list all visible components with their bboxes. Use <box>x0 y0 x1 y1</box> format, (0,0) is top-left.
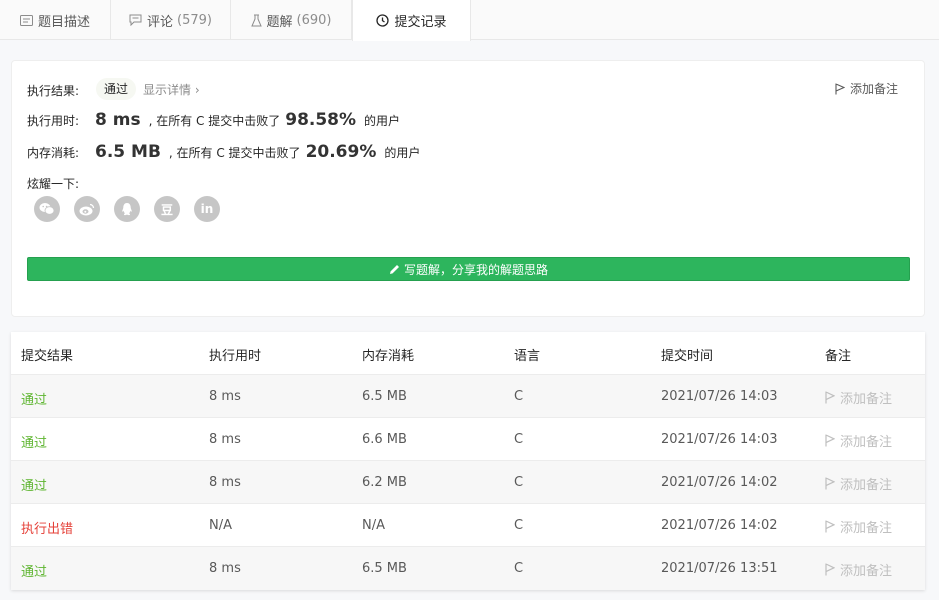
table-row: 通过 8 ms 6.2 MB C 2021/07/26 14:02 添加备注 <box>11 461 925 504</box>
row-submit-time: 2021/07/26 13:51 <box>661 561 778 576</box>
flag-icon <box>825 434 835 447</box>
tab-solutions[interactable]: 题解 (690) <box>231 0 352 40</box>
runtime-stat: 执行用时: 8 ms , 在所有 C 提交中击败了 98.58% 的用户 <box>27 110 400 130</box>
row-runtime: 8 ms <box>209 475 241 490</box>
pencil-icon <box>389 264 399 274</box>
runtime-mid-text: , 在所有 C 提交中击败了 <box>148 114 281 128</box>
row-add-note-button[interactable]: 添加备注 <box>825 560 892 579</box>
header-language: 语言 <box>514 349 541 364</box>
flask-icon <box>250 14 262 26</box>
row-submit-time: 2021/07/26 14:03 <box>661 389 778 404</box>
add-note-button[interactable]: 添加备注 <box>835 80 898 97</box>
row-submit-time: 2021/07/26 14:02 <box>661 475 778 490</box>
flag-icon <box>825 563 835 576</box>
tab-comments-label: 评论 <box>147 14 174 30</box>
row-add-note-label: 添加备注 <box>840 521 893 536</box>
row-runtime: 8 ms <box>209 561 241 576</box>
row-memory: 6.2 MB <box>362 475 407 490</box>
header-runtime: 执行用时 <box>209 349 262 364</box>
tab-solutions-label: 题解 <box>266 14 293 30</box>
row-status-link[interactable]: 通过 <box>21 432 47 451</box>
memory-percentile: 20.69% <box>305 142 377 162</box>
wechat-icon[interactable] <box>34 196 60 222</box>
table-row: 通过 8 ms 6.5 MB C 2021/07/26 14:03 添加备注 <box>11 375 925 418</box>
tab-description[interactable]: 题目描述 <box>0 0 111 40</box>
runtime-percentile: 98.58% <box>285 110 357 130</box>
result-label: 执行结果: <box>27 84 80 98</box>
row-language: C <box>514 561 524 576</box>
row-language: C <box>514 518 524 533</box>
tab-solutions-count: (690) <box>296 12 332 28</box>
row-add-note-label: 添加备注 <box>840 478 893 493</box>
row-runtime: N/A <box>209 518 232 533</box>
weibo-icon[interactable] <box>74 196 100 222</box>
share-buttons: 豆 in <box>34 196 234 222</box>
qq-icon[interactable] <box>114 196 140 222</box>
memory-mid-text: , 在所有 C 提交中击败了 <box>168 146 301 160</box>
tab-bar: 题目描述 评论 (579) 题解 (690) 提交记录 <box>0 0 939 41</box>
submissions-table: 提交结果 执行用时 内存消耗 语言 提交时间 备注 通过 8 ms 6.5 MB… <box>11 332 925 590</box>
row-add-note-button[interactable]: 添加备注 <box>825 517 892 536</box>
douban-glyph: 豆 <box>160 202 173 217</box>
result-status-badge: 通过 <box>96 78 137 100</box>
row-language: C <box>514 475 524 490</box>
description-icon <box>19 14 33 26</box>
row-memory: N/A <box>362 518 385 533</box>
tab-submissions-label: 提交记录 <box>394 15 447 30</box>
runtime-value: 8 ms <box>95 110 141 130</box>
memory-tail-text: 的用户 <box>384 146 421 160</box>
tab-comments-count: (579) <box>177 12 212 28</box>
header-submit-time: 提交时间 <box>661 349 714 364</box>
douban-icon[interactable]: 豆 <box>154 196 180 222</box>
memory-label: 内存消耗: <box>27 146 80 160</box>
tab-description-label: 题目描述 <box>37 14 90 30</box>
row-status-link[interactable]: 通过 <box>21 389 47 408</box>
memory-stat: 内存消耗: 6.5 MB , 在所有 C 提交中击败了 20.69% 的用户 <box>27 142 420 162</box>
tab-comments[interactable]: 评论 (579) <box>111 0 231 40</box>
tab-submissions[interactable]: 提交记录 <box>352 0 471 41</box>
share-label: 炫耀一下: <box>27 177 80 191</box>
clock-icon <box>376 14 390 27</box>
flag-icon <box>825 477 835 490</box>
flag-icon <box>825 391 835 404</box>
header-status: 提交结果 <box>21 349 74 364</box>
write-solution-label: 写题解，分享我的解题思路 <box>403 262 548 277</box>
header-memory: 内存消耗 <box>362 349 415 364</box>
row-status-link[interactable]: 通过 <box>21 475 47 494</box>
flag-icon <box>835 82 845 94</box>
runtime-tail-text: 的用户 <box>364 114 401 128</box>
row-submit-time: 2021/07/26 14:03 <box>661 432 778 447</box>
write-solution-button[interactable]: 写题解，分享我的解题思路 <box>27 257 910 281</box>
flag-icon <box>825 520 835 533</box>
table-row: 通过 8 ms 6.6 MB C 2021/07/26 14:03 添加备注 <box>11 418 925 461</box>
add-note-label: 添加备注 <box>849 82 898 96</box>
submission-result-card: 执行结果: 通过 显示详情 › 添加备注 执行用时: 8 ms , 在所有 C … <box>11 60 925 317</box>
row-memory: 6.5 MB <box>362 389 407 404</box>
row-add-note-label: 添加备注 <box>840 392 893 407</box>
row-memory: 6.6 MB <box>362 432 407 447</box>
row-status-link[interactable]: 执行出错 <box>21 518 73 537</box>
row-memory: 6.5 MB <box>362 561 407 576</box>
table-header: 提交结果 执行用时 内存消耗 语言 提交时间 备注 <box>11 332 925 375</box>
row-language: C <box>514 432 524 447</box>
row-language: C <box>514 389 524 404</box>
linkedin-glyph: in <box>200 202 214 216</box>
row-runtime: 8 ms <box>209 432 241 447</box>
row-add-note-label: 添加备注 <box>840 564 893 579</box>
row-add-note-button[interactable]: 添加备注 <box>825 431 892 450</box>
show-details-link[interactable]: 显示详情 › <box>143 81 200 98</box>
row-status-link[interactable]: 通过 <box>21 561 47 580</box>
row-add-note-button[interactable]: 添加备注 <box>825 388 892 407</box>
linkedin-icon[interactable]: in <box>194 196 220 222</box>
comment-icon <box>129 14 142 26</box>
row-add-note-label: 添加备注 <box>840 435 893 450</box>
table-row: 通过 8 ms 6.5 MB C 2021/07/26 13:51 添加备注 <box>11 547 925 590</box>
table-row: 执行出错 N/A N/A C 2021/07/26 14:02 添加备注 <box>11 504 925 547</box>
row-submit-time: 2021/07/26 14:02 <box>661 518 778 533</box>
row-add-note-button[interactable]: 添加备注 <box>825 474 892 493</box>
row-runtime: 8 ms <box>209 389 241 404</box>
memory-value: 6.5 MB <box>95 142 161 162</box>
runtime-label: 执行用时: <box>27 114 80 128</box>
header-note: 备注 <box>825 349 852 364</box>
